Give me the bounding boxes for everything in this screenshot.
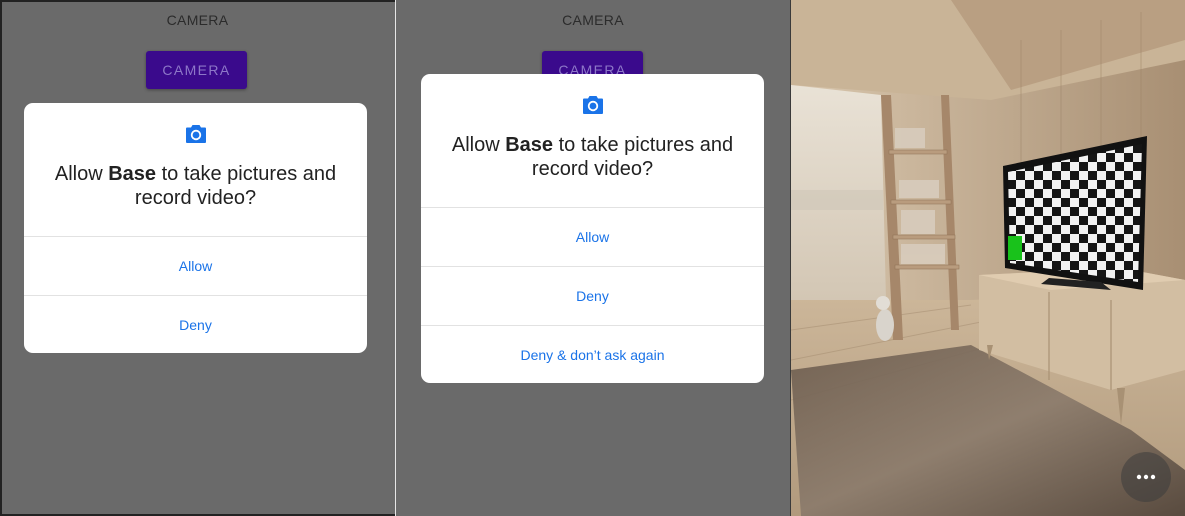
permission-dialog: Allow Base to take pictures and record v… bbox=[24, 103, 367, 353]
deny-button[interactable]: Deny bbox=[421, 266, 764, 325]
dialog-message: Allow Base to take pictures and record v… bbox=[451, 134, 734, 180]
screen-permission-dialog-2: CAMERA CAMERA Allow Base to take picture… bbox=[396, 0, 790, 516]
dialog-header: Allow Base to take pictures and record v… bbox=[421, 74, 764, 207]
allow-button[interactable]: Allow bbox=[24, 236, 367, 295]
app-title: CAMERA bbox=[562, 12, 624, 28]
dialog-message: Allow Base to take pictures and record v… bbox=[54, 163, 337, 209]
deny-button[interactable]: Deny bbox=[24, 295, 367, 353]
screen-permission-dialog-1: CAMERA CAMERA Allow Base to take picture… bbox=[0, 0, 395, 516]
more-horizontal-icon bbox=[1136, 474, 1156, 480]
deny-dont-ask-again-button[interactable]: Deny & don’t ask again bbox=[421, 325, 764, 383]
camera-icon bbox=[185, 125, 206, 143]
more-options-button[interactable] bbox=[1121, 452, 1171, 502]
permission-dialog: Allow Base to take pictures and record v… bbox=[421, 74, 764, 383]
camera-button[interactable]: CAMERA bbox=[146, 51, 247, 89]
camera-icon bbox=[582, 96, 603, 114]
camera-preview-image bbox=[791, 0, 1185, 516]
app-title: CAMERA bbox=[166, 12, 229, 28]
camera-preview bbox=[791, 0, 1185, 516]
allow-button[interactable]: Allow bbox=[421, 207, 764, 266]
dialog-header: Allow Base to take pictures and record v… bbox=[24, 103, 367, 236]
